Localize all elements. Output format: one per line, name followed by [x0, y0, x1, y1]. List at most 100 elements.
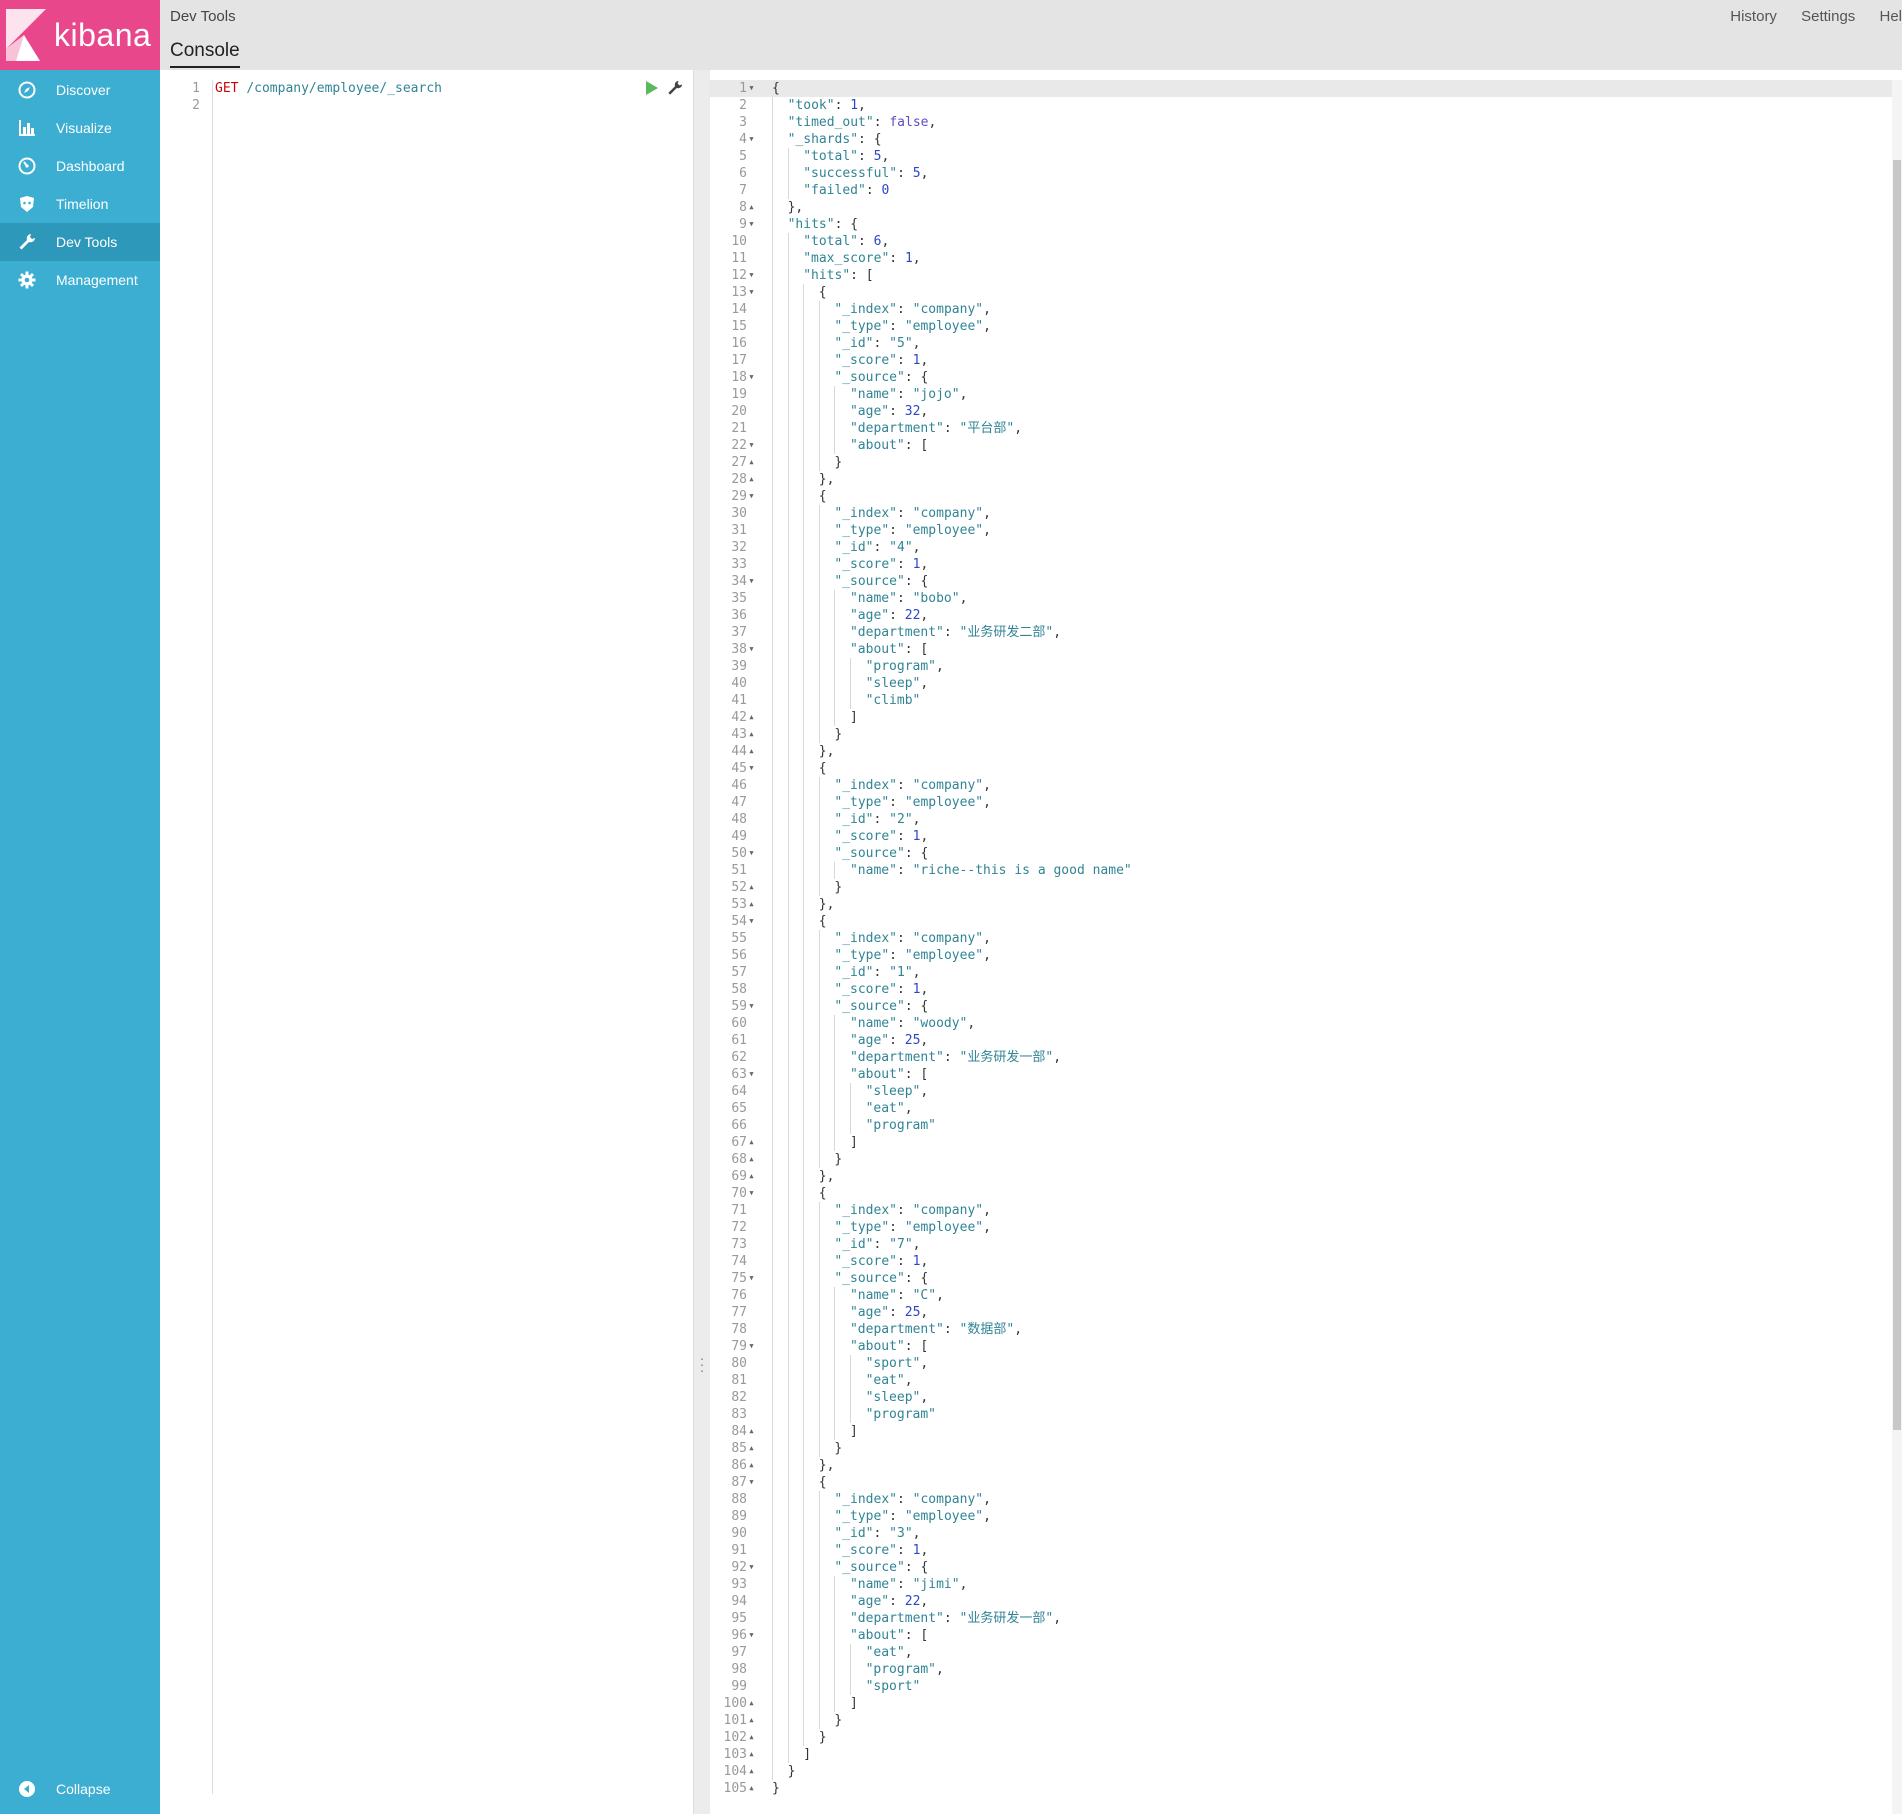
code-token: "_source": [834, 1271, 905, 1286]
code-token: ,: [983, 1492, 991, 1507]
fold-close-icon[interactable]: ▲: [748, 879, 755, 896]
indent-guide: [818, 1372, 835, 1389]
indent-guide: [803, 1100, 819, 1117]
fold-close-icon[interactable]: ▲: [748, 1780, 755, 1797]
indent-guide: [787, 1219, 804, 1236]
wrench-icon[interactable]: [667, 80, 683, 101]
settings-link[interactable]: Settings: [1801, 8, 1855, 25]
indent-guide: [803, 505, 819, 522]
collapse-button[interactable]: Collapse: [0, 1770, 160, 1808]
code-token: }: [787, 1764, 796, 1779]
response-line: "about": [: [772, 641, 1886, 658]
fold-open-icon[interactable]: ▼: [748, 1270, 755, 1287]
indent-guide: [787, 1474, 804, 1491]
fold-open-icon[interactable]: ▼: [748, 216, 755, 233]
fold-close-icon[interactable]: ▲: [748, 1457, 755, 1474]
indent-guide: [818, 1661, 835, 1678]
fold-close-icon[interactable]: ▲: [748, 1440, 755, 1457]
code-token: 32: [904, 404, 921, 419]
indent-guide: [772, 590, 788, 607]
line-number: 61: [731, 1033, 747, 1048]
fold-open-icon[interactable]: ▼: [748, 998, 755, 1015]
fold-open-icon[interactable]: ▼: [748, 913, 755, 930]
fold-open-icon[interactable]: ▼: [748, 1066, 755, 1083]
help-link[interactable]: Hel: [1879, 8, 1902, 25]
fold-close-icon[interactable]: ▲: [748, 1729, 755, 1746]
fold-open-icon[interactable]: ▼: [748, 760, 755, 777]
indent-guide: [787, 998, 804, 1015]
response-gutter: 1 ▼ 2 3 4 ▼ 5 6 7 8 ▲ 9 ▼ 10 11 12 ▼ 13 ▼ 14 15 16 17 18 ▼ 19 20 21…: [710, 80, 762, 1797]
code-token: "total": [803, 234, 858, 249]
scrollbar-thumb[interactable]: [1893, 160, 1901, 1430]
fold-open-icon[interactable]: ▼: [748, 80, 755, 97]
fold-close-icon[interactable]: ▲: [748, 1695, 755, 1712]
fold-open-icon[interactable]: ▼: [748, 1338, 755, 1355]
code-token: "eat": [865, 1373, 905, 1388]
play-icon[interactable]: [645, 80, 659, 101]
history-link[interactable]: History: [1730, 8, 1777, 25]
code-token: ,: [920, 1305, 929, 1320]
fold-open-icon[interactable]: ▼: [748, 1559, 755, 1576]
response-scrollbar[interactable]: [1892, 80, 1902, 1814]
fold-close-icon[interactable]: ▲: [748, 709, 755, 726]
fold-close-icon[interactable]: ▲: [748, 1168, 755, 1185]
indent-guide: [772, 879, 788, 896]
response-line: ]: [772, 1695, 1886, 1712]
fold-close-icon[interactable]: ▲: [748, 743, 755, 760]
fold-open-icon[interactable]: ▼: [748, 369, 755, 386]
indent-guide: [803, 386, 819, 403]
fold-close-icon[interactable]: ▲: [748, 199, 755, 216]
indent-guide: [818, 1287, 835, 1304]
fold-open-icon[interactable]: ▼: [748, 1185, 755, 1202]
sidebar-item-visualize[interactable]: Visualize: [0, 109, 160, 147]
sidebar-item-dashboard[interactable]: Dashboard: [0, 147, 160, 185]
request-editor[interactable]: GET /company/employee/_search: [215, 80, 693, 114]
fold-close-icon[interactable]: ▲: [748, 454, 755, 471]
code-token: "1": [889, 965, 913, 980]
indent-guide: [834, 641, 850, 658]
fold-close-icon[interactable]: ▲: [748, 1763, 755, 1780]
indent-guide: [787, 845, 804, 862]
sidebar-item-dev-tools[interactable]: Dev Tools: [0, 223, 160, 261]
code-token: :: [943, 1322, 960, 1337]
fold-open-icon[interactable]: ▼: [748, 1474, 755, 1491]
sidebar-item-timelion[interactable]: Timelion: [0, 185, 160, 223]
fold-open-icon[interactable]: ▼: [748, 131, 755, 148]
resize-handle[interactable]: · · ·: [694, 70, 710, 1814]
fold-close-icon[interactable]: ▲: [748, 1746, 755, 1763]
fold-open-icon[interactable]: ▼: [748, 573, 755, 590]
fold-close-icon[interactable]: ▲: [748, 1423, 755, 1440]
indent-guide: [803, 1406, 819, 1423]
fold-close-icon[interactable]: ▲: [748, 1712, 755, 1729]
sidebar-item-discover[interactable]: Discover: [0, 71, 160, 109]
fold-open-icon[interactable]: ▼: [748, 1627, 755, 1644]
fold-open-icon[interactable]: ▼: [748, 641, 755, 658]
fold-open-icon[interactable]: ▼: [748, 488, 755, 505]
indent-guide: [787, 505, 804, 522]
response-editor[interactable]: {"took": 1, "timed_out": false, "_shards":…: [772, 80, 1886, 1797]
fold-open-icon[interactable]: ▼: [748, 284, 755, 301]
fold-open-icon[interactable]: ▼: [748, 267, 755, 284]
indent-guide: [787, 1083, 804, 1100]
code-token: ,: [920, 166, 929, 181]
kibana-logo[interactable]: kibana: [0, 0, 160, 70]
indent-guide: [787, 709, 804, 726]
indent-guide: [803, 913, 819, 930]
fold-open-icon[interactable]: ▼: [748, 845, 755, 862]
fold-close-icon[interactable]: ▲: [748, 1134, 755, 1151]
fold-close-icon[interactable]: ▲: [748, 471, 755, 488]
line-number: 39: [731, 659, 747, 674]
tab-console[interactable]: Console: [170, 40, 240, 68]
code-token: "_id": [834, 965, 874, 980]
indent-guide: [803, 1066, 819, 1083]
indent-guide: [787, 726, 804, 743]
fold-close-icon[interactable]: ▲: [748, 1151, 755, 1168]
fold-open-icon[interactable]: ▼: [748, 437, 755, 454]
line-number: 28 ▲: [731, 471, 755, 488]
fold-close-icon[interactable]: ▲: [748, 726, 755, 743]
code-token: "about": [849, 1339, 905, 1354]
sidebar-item-management[interactable]: Management: [0, 261, 160, 299]
line-number: 103 ▲: [723, 1746, 755, 1763]
fold-close-icon[interactable]: ▲: [748, 896, 755, 913]
code-token: "_id": [834, 336, 874, 351]
